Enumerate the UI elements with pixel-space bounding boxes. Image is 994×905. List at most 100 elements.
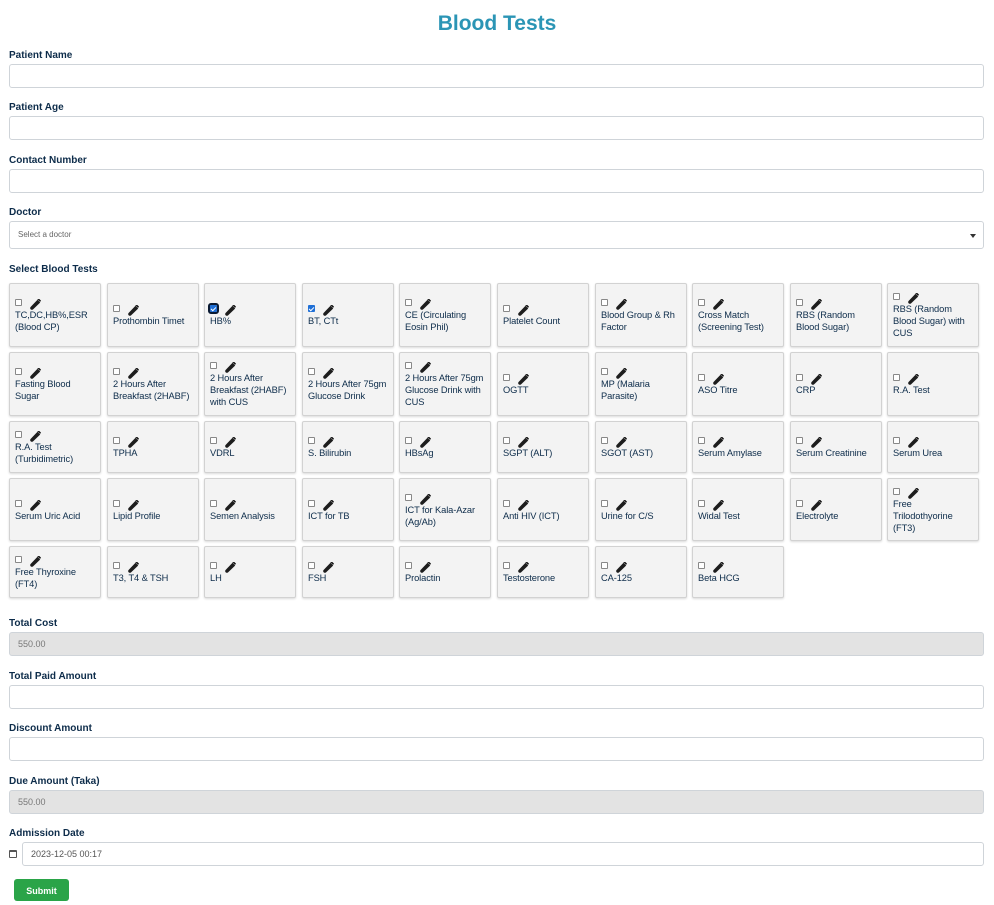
test-item[interactable]: Serum Urea	[887, 421, 979, 473]
test-checkbox[interactable]	[503, 305, 510, 312]
test-checkbox[interactable]	[601, 368, 608, 375]
test-checkbox[interactable]	[405, 362, 412, 369]
test-item[interactable]: Semen Analysis	[204, 478, 296, 541]
test-checkbox[interactable]	[113, 368, 120, 375]
test-checkbox[interactable]	[796, 299, 803, 306]
test-checkbox[interactable]	[405, 562, 412, 569]
test-checkbox[interactable]	[503, 437, 510, 444]
test-item[interactable]: RBS (Random Blood Sugar) with CUS	[887, 283, 979, 347]
test-item[interactable]: MP (Malaria Parasite)	[595, 352, 687, 416]
test-item[interactable]: Electrolyte	[790, 478, 882, 541]
test-checkbox[interactable]	[698, 374, 705, 381]
test-checkbox[interactable]	[308, 437, 315, 444]
test-checkbox[interactable]	[113, 437, 120, 444]
test-checkbox[interactable]	[503, 499, 510, 507]
admission-date-input[interactable]	[22, 842, 984, 866]
test-checkbox[interactable]	[210, 362, 217, 369]
patient-name-input[interactable]	[9, 64, 984, 88]
test-item[interactable]: Serum Creatinine	[790, 421, 882, 473]
test-checkbox[interactable]	[15, 299, 22, 306]
test-item[interactable]: Prolactin	[399, 546, 491, 598]
test-checkbox[interactable]	[405, 493, 412, 501]
test-checkbox[interactable]	[601, 299, 608, 306]
test-item[interactable]: SGPT (ALT)	[497, 421, 589, 473]
test-item[interactable]: HBsAg	[399, 421, 491, 473]
contact-number-input[interactable]	[9, 169, 984, 193]
test-checkbox[interactable]	[308, 499, 315, 507]
test-item[interactable]: Free Thyroxine (FT4)	[9, 546, 101, 598]
test-item[interactable]: CE (Circulating Eosin Phil)	[399, 283, 491, 347]
test-checkbox[interactable]	[601, 499, 608, 507]
patient-age-input[interactable]	[9, 116, 984, 140]
test-item[interactable]: 2 Hours After Breakfast (2HABF)	[107, 352, 199, 416]
test-item[interactable]: S. Bilirubin	[302, 421, 394, 473]
test-item[interactable]: LH	[204, 546, 296, 598]
test-item[interactable]: OGTT	[497, 352, 589, 416]
test-checkbox[interactable]	[796, 437, 803, 444]
test-checkbox[interactable]	[405, 437, 412, 444]
doctor-select[interactable]: Select a doctor	[9, 221, 984, 249]
test-item[interactable]: Testosterone	[497, 546, 589, 598]
test-checkbox[interactable]	[15, 499, 22, 507]
test-checkbox[interactable]	[698, 499, 705, 507]
test-item[interactable]: CA-125	[595, 546, 687, 598]
submit-button[interactable]: Submit	[14, 879, 69, 901]
test-item[interactable]: Free Trilodothyorine (FT3)	[887, 478, 979, 541]
test-checkbox[interactable]	[893, 437, 900, 444]
test-checkbox[interactable]	[113, 305, 120, 312]
test-item[interactable]: Lipid Profile	[107, 478, 199, 541]
test-item[interactable]: Fasting Blood Sugar	[9, 352, 101, 416]
test-checkbox[interactable]	[503, 374, 510, 381]
test-checkbox[interactable]	[15, 556, 22, 563]
test-item[interactable]: Cross Match (Screening Test)	[692, 283, 784, 347]
test-checkbox[interactable]	[601, 437, 608, 444]
test-item[interactable]: 2 Hours After 75gm Glucose Drink	[302, 352, 394, 416]
test-checkbox[interactable]	[308, 562, 315, 569]
test-checkbox[interactable]	[698, 562, 705, 569]
test-checkbox[interactable]	[15, 431, 22, 438]
test-checkbox[interactable]	[601, 562, 608, 569]
test-checkbox[interactable]	[893, 487, 900, 495]
test-item[interactable]: 2 Hours After Breakfast (2HABF) with CUS	[204, 352, 296, 416]
test-item[interactable]: BT, CTt	[302, 283, 394, 347]
test-checkbox[interactable]	[15, 368, 22, 375]
test-item[interactable]: VDRL	[204, 421, 296, 473]
test-item[interactable]: T3, T4 & TSH	[107, 546, 199, 598]
test-item[interactable]: Prothombin Timet	[107, 283, 199, 347]
test-checkbox[interactable]	[113, 562, 120, 569]
test-checkbox[interactable]	[796, 374, 803, 381]
test-checkbox[interactable]	[698, 437, 705, 444]
total-paid-input[interactable]	[9, 685, 984, 709]
test-item[interactable]: Platelet Count	[497, 283, 589, 347]
test-item[interactable]: Anti HIV (ICT)	[497, 478, 589, 541]
test-checkbox[interactable]	[796, 499, 803, 507]
test-item[interactable]: Widal Test	[692, 478, 784, 541]
test-checkbox[interactable]	[208, 303, 219, 314]
test-item[interactable]: R.A. Test (Turbidimetric)	[9, 421, 101, 473]
test-item[interactable]: TC,DC,HB%,ESR (Blood CP)	[9, 283, 101, 347]
test-checkbox[interactable]	[893, 293, 900, 300]
test-item[interactable]: TPHA	[107, 421, 199, 473]
test-item[interactable]: FSH	[302, 546, 394, 598]
discount-input[interactable]	[9, 737, 984, 761]
test-checkbox[interactable]	[698, 299, 705, 306]
test-item[interactable]: RBS (Random Blood Sugar)	[790, 283, 882, 347]
test-item[interactable]: Serum Uric Acid	[9, 478, 101, 541]
test-item[interactable]: 2 Hours After 75gm Glucose Drink with CU…	[399, 352, 491, 416]
test-checkbox[interactable]	[210, 499, 217, 507]
test-checkbox[interactable]	[210, 437, 217, 444]
test-item[interactable]: Urine for C/S	[595, 478, 687, 541]
test-checkbox[interactable]	[503, 562, 510, 569]
test-item[interactable]: SGOT (AST)	[595, 421, 687, 473]
test-item[interactable]: ICT for TB	[302, 478, 394, 541]
test-item[interactable]: CRP	[790, 352, 882, 416]
test-item[interactable]: ASO Titre	[692, 352, 784, 416]
test-item[interactable]: Blood Group & Rh Factor	[595, 283, 687, 347]
test-checkbox[interactable]	[308, 305, 315, 312]
test-item[interactable]: HB%	[204, 283, 296, 347]
test-item[interactable]: Beta HCG	[692, 546, 784, 598]
test-checkbox[interactable]	[405, 299, 412, 306]
test-item[interactable]: ICT for Kala-Azar (Ag/Ab)	[399, 478, 491, 541]
test-item[interactable]: R.A. Test	[887, 352, 979, 416]
test-checkbox[interactable]	[113, 499, 120, 507]
